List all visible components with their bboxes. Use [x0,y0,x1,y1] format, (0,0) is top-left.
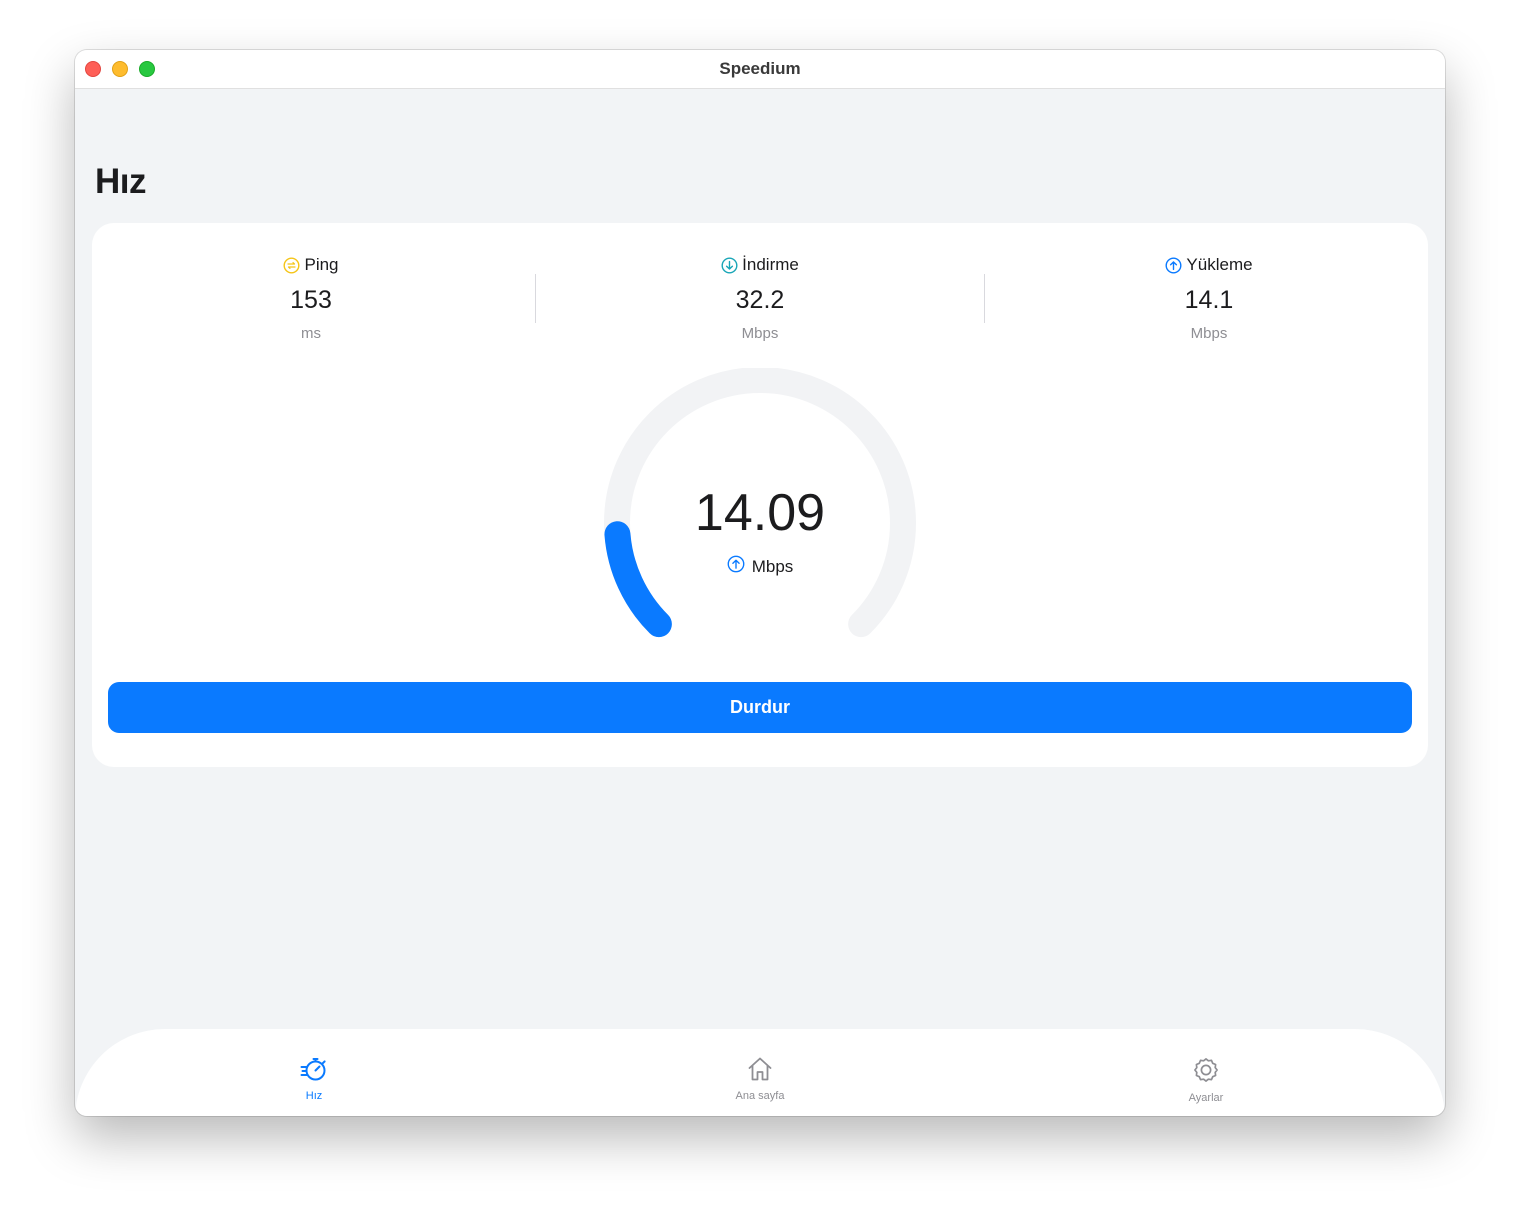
download-unit: Mbps [741,325,779,342]
download-label: İndirme [742,255,799,274]
page-title: Hız [95,162,147,201]
stat-divider [535,274,536,323]
upload-arrow-icon [727,555,745,578]
stat-divider [984,274,985,323]
stop-button[interactable]: Durdur [108,682,1412,733]
tab-speed[interactable]: Hız [254,1055,374,1103]
speed-test-card: Ping 153 ms İndirme 32.2 Mbps Yükleme 14… [92,223,1428,767]
tab-home[interactable]: Ana sayfa [700,1055,820,1103]
gear-icon [1146,1055,1266,1085]
tab-label: Ana sayfa [735,1090,785,1102]
download-value: 32.2 [735,286,785,314]
upload-unit: Mbps [1190,325,1228,342]
upload-label: Yükleme [1186,255,1253,274]
ping-value: 153 [290,286,332,314]
upload-stat: Yükleme 14.1 Mbps [1059,253,1359,343]
title-bar: Speedium [75,50,1445,89]
gauge-value: 14.09 [694,484,826,542]
tab-bar: Hız Ana sayfa Ayarlar [75,1029,1445,1116]
speedometer-icon [254,1055,374,1083]
tab-settings[interactable]: Ayarlar [1146,1055,1266,1105]
download-stat: İndirme 32.2 Mbps [610,253,910,343]
gauge-unit: Mbps [751,556,794,576]
gauge-fill [604,521,672,638]
window-title: Speedium [719,59,801,78]
upload-value: 14.1 [1184,286,1234,314]
ping-unit: ms [301,325,321,342]
gauge-unit-row: Mbps [602,555,918,578]
upload-arrow-icon [1165,256,1182,274]
tab-label: Ayarlar [1188,1092,1224,1104]
ping-icon [283,256,300,274]
tab-label: Hız [305,1090,323,1102]
app-window: Speedium Hız Ping 153 ms İndirme 32.2 Mb… [75,50,1445,1116]
ping-label: Ping [304,255,339,274]
ping-stat: Ping 153 ms [161,253,461,343]
home-icon [700,1055,820,1083]
download-arrow-icon [721,256,738,274]
